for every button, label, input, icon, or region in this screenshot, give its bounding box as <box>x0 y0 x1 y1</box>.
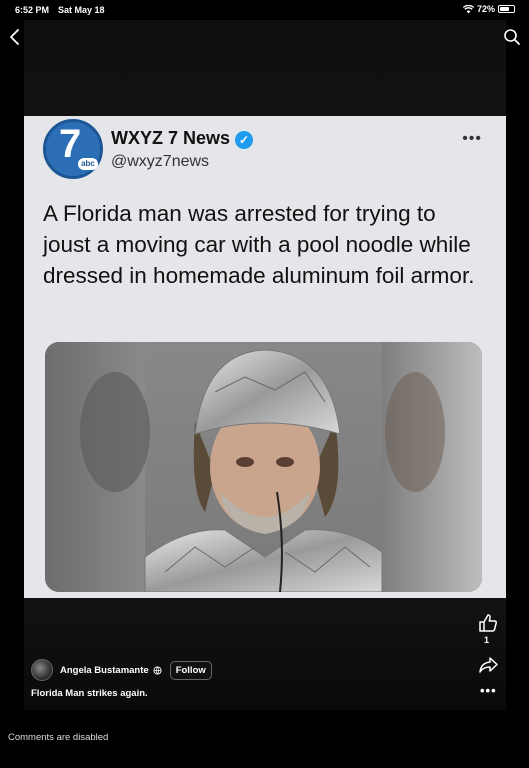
follow-button[interactable]: Follow <box>169 660 212 680</box>
chevron-left-icon[interactable] <box>8 28 22 46</box>
avatar[interactable] <box>31 659 53 681</box>
thumbs-up-icon[interactable] <box>478 613 498 633</box>
search-icon[interactable] <box>503 28 521 46</box>
comments-status: Comments are disabled <box>8 732 109 743</box>
status-bar: 6:52 PM Sat May 18 72% <box>0 0 529 20</box>
more-dots-icon[interactable]: ••• <box>480 683 497 698</box>
author-name[interactable]: Angela Bustamante <box>60 665 149 676</box>
share-icon[interactable] <box>478 656 498 674</box>
status-time: 6:52 PM <box>15 5 50 15</box>
author-row: Angela Bustamante Follow <box>31 659 212 681</box>
verified-badge-icon: ✓ <box>235 131 253 149</box>
post-caption: Florida Man strikes again. <box>31 688 148 699</box>
account-name: WXYZ 7 News <box>111 128 231 148</box>
wxyz-logo: 7 abc <box>43 119 103 179</box>
battery-percent: 72% <box>476 4 495 14</box>
logo-badge: abc <box>78 158 98 170</box>
more-dots-icon: ••• <box>462 130 482 147</box>
like-count: 1 <box>484 635 490 645</box>
tweet-screenshot: 7 abc WXYZ 7 News ✓ @wxyz7news ••• A Flo… <box>24 116 506 598</box>
logo-number: 7 <box>59 122 82 166</box>
wifi-icon <box>462 4 474 13</box>
tweet-text: A Florida man was arrested for trying to… <box>43 201 475 288</box>
account-handle: @wxyz7news <box>111 153 210 170</box>
battery-icon <box>498 5 515 13</box>
mugshot-image <box>45 342 482 592</box>
status-indicators: 72% <box>462 4 515 14</box>
status-date: Sat May 18 <box>58 5 105 15</box>
globe-icon <box>153 665 162 675</box>
battery-level <box>500 7 510 11</box>
mugshot-photo <box>45 342 482 592</box>
